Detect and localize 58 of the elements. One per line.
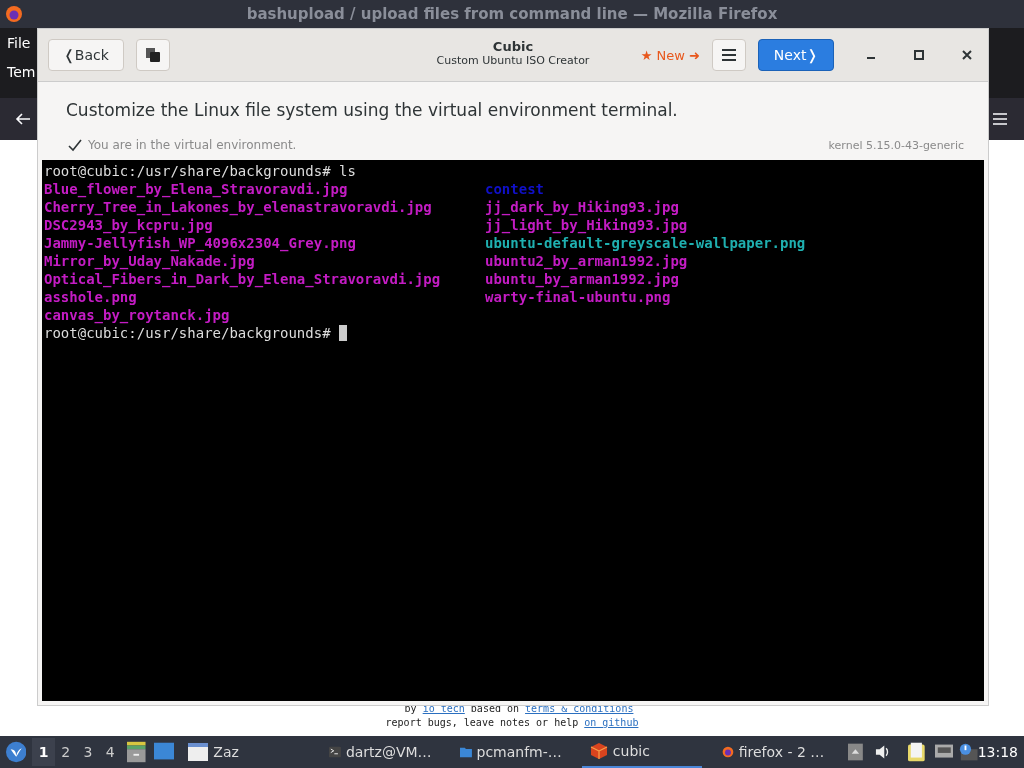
copy-button[interactable] — [136, 39, 170, 71]
file-name: contest — [485, 180, 545, 198]
clipboard-icon[interactable] — [907, 742, 925, 762]
start-menu-icon[interactable] — [6, 741, 27, 763]
new-label: ★ New ➜ — [640, 47, 700, 63]
terminal-line: root@cubic:/usr/share/backgrounds# ls — [44, 162, 357, 180]
file-name: ubuntu2_by_arman1992.jpg — [485, 252, 689, 270]
window-icon — [188, 743, 209, 761]
menu-button[interactable] — [712, 39, 746, 71]
file-name: ubuntu-default-greyscale-wallpaper.png — [485, 234, 807, 252]
file-name: Mirror_by_Uday_Nakade.jpg — [44, 252, 256, 270]
desktop-icon[interactable] — [153, 742, 175, 762]
firefox-icon — [5, 5, 23, 23]
status-text: You are in the virtual environment. — [88, 138, 297, 152]
taskbar-item[interactable]: cubic — [581, 736, 702, 768]
launcher-item[interactable]: Zaz — [180, 736, 247, 768]
notification-icon[interactable] — [959, 743, 978, 761]
kernel-version: kernel 5.15.0-43-generic — [828, 138, 964, 152]
taskbar-item[interactable]: pcmanfm-… — [451, 736, 570, 768]
page-heading: Customize the Linux file system using the virtual environment terminal. — [66, 100, 679, 120]
menu-icon[interactable] — [992, 112, 1008, 126]
file-name: DSC2943_by_kcpru.jpg — [44, 216, 214, 234]
app-title: Cubic — [492, 39, 534, 54]
workspace-button[interactable]: 4 — [99, 738, 122, 766]
file-name: canvas_by_roytanck.jpg — [44, 306, 231, 324]
file-name: Optical_Fibers_in_Dark_by_Elena_Stravoravdi.jpg — [44, 270, 442, 288]
footer-text: report bugs, leave notes or help on github — [385, 717, 639, 728]
file-name: asshole.png — [44, 288, 138, 306]
workspace-button[interactable]: 3 — [76, 738, 100, 766]
file-name: warty-final-ubuntu.png — [485, 288, 672, 306]
back-button[interactable]: ❬Back — [48, 39, 124, 71]
file-cabinet-icon[interactable] — [127, 741, 146, 763]
file-name: Jammy-Jellyfish_WP_4096x2304_Grey.png — [44, 234, 357, 252]
back-arrow-icon[interactable] — [15, 111, 31, 127]
menu-icon — [721, 48, 737, 62]
app-subtitle: Custom Ubuntu ISO Creator — [436, 54, 590, 67]
workspace-button[interactable]: 2 — [54, 738, 77, 766]
window-title: bashupload / upload files from command line — Mozilla Firefox — [246, 5, 778, 23]
file-name: ubuntu_by_arman1992.jpg — [485, 270, 680, 288]
terminal-prompt: root@cubic:/usr/share/backgrounds# — [44, 324, 332, 342]
file-name: jj_dark_by_Hiking93.jpg — [485, 198, 680, 216]
footer-link[interactable]: on github — [584, 717, 639, 728]
workspace-button[interactable]: 1 — [32, 738, 55, 766]
menu-item[interactable]: File — [7, 30, 31, 56]
taskbar-item[interactable]: firefox - 2 … — [713, 736, 833, 768]
network-icon[interactable] — [934, 744, 954, 760]
speaker-icon[interactable] — [875, 744, 890, 760]
cube-icon — [589, 742, 608, 760]
clock: 13:18 — [977, 744, 1019, 760]
copy-icon — [146, 48, 160, 62]
text-cursor — [339, 325, 347, 341]
file-name: Blue_flower_by_Elena_Stravoravdi.jpg — [44, 180, 349, 198]
next-button[interactable]: Next❭ — [758, 39, 834, 71]
tab-label[interactable]: Tem — [7, 64, 36, 80]
check-icon — [68, 138, 82, 152]
taskbar-item[interactable]: dartz@VM… — [321, 736, 440, 768]
file-name: jj_light_by_Hiking93.jpg — [485, 216, 689, 234]
file-name: Cherry_Tree_in_Lakones_by_elenastravoravdi.jpg — [44, 198, 433, 216]
